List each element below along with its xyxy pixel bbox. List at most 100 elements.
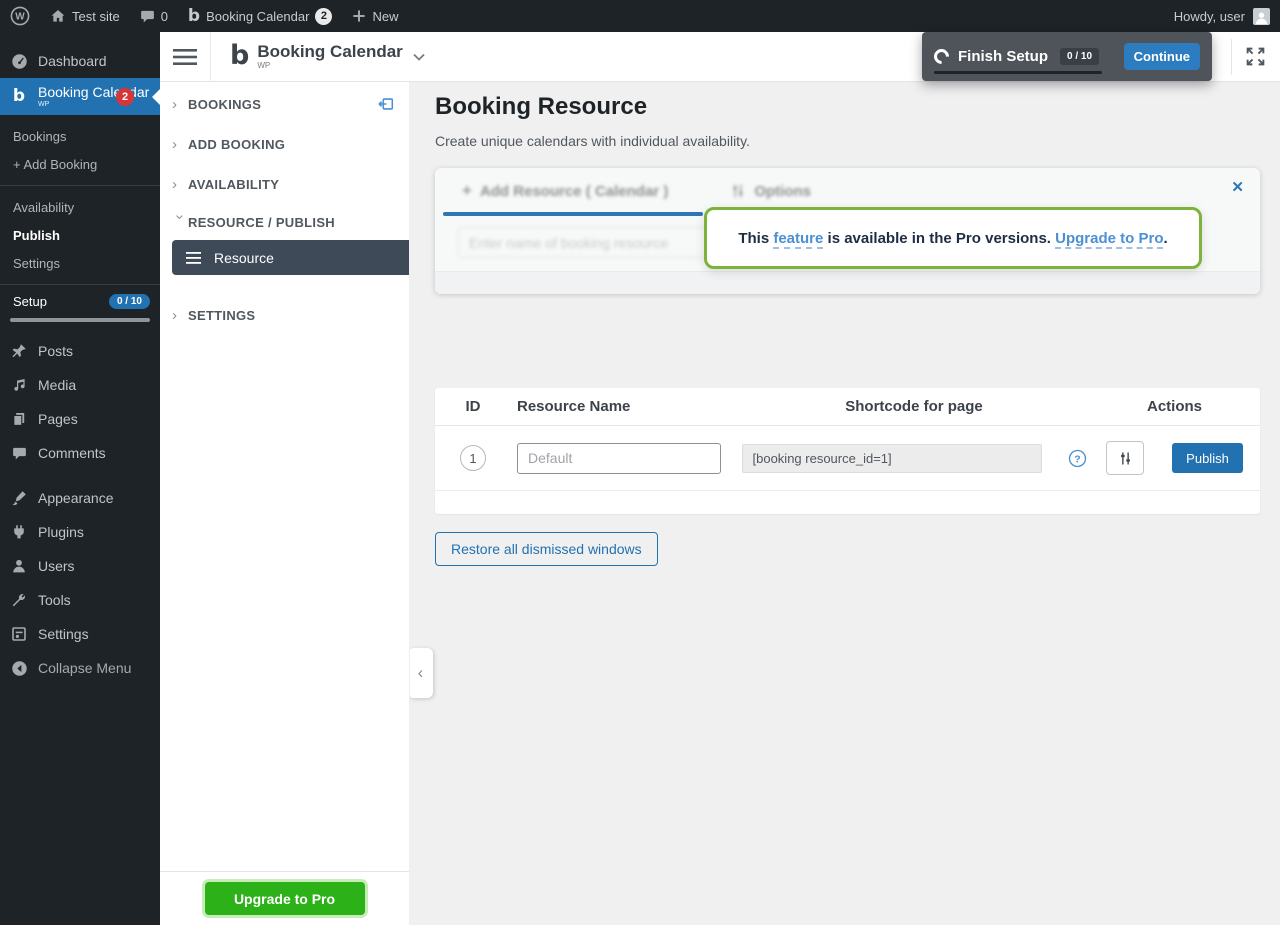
booking-calendar-label: Booking Calendar [206,9,309,24]
media-icon [9,377,29,393]
section-settings-label: SETTINGS [188,308,255,323]
submenu-item-setup[interactable]: Setup 0 / 10 [0,292,160,309]
section-add-booking[interactable]: › ADD BOOKING [160,124,409,164]
svg-text:W: W [15,12,25,23]
chevron-right-icon: › [172,136,188,153]
resource-row-name-input[interactable] [517,443,721,474]
svg-text:?: ? [1074,454,1080,465]
booking-calendar-submenu: Bookings + Add Booking Availability Publ… [0,115,160,334]
chevron-down-icon[interactable] [412,52,426,62]
pages-label: Pages [38,411,78,427]
submenu-item-settings[interactable]: Settings [0,249,160,277]
dashboard-icon [9,53,29,70]
resources-table: ID Resource Name Shortcode for page Acti… [435,388,1260,514]
booking-calendar-menu-sub: WP [38,101,149,108]
howdy-label[interactable]: Howdy, user [1174,9,1245,24]
wp-admin-menu: Dashboard b Booking Calendar WP 2 Bookin… [0,32,160,925]
row-options-button[interactable] [1106,441,1144,475]
avatar[interactable] [1253,8,1270,25]
settings-icon [9,626,29,642]
sidebar-item-dashboard[interactable]: Dashboard [0,44,160,78]
plus-icon [352,9,366,23]
sidebar-item-users[interactable]: Users [0,549,160,583]
comments-label: Comments [38,445,106,461]
toast-title: Finish Setup [958,48,1048,65]
upgrade-to-pro-link[interactable]: Upgrade to Pro [1055,230,1163,249]
sidebar-item-comments[interactable]: Comments [0,436,160,470]
sidebar-item-tools[interactable]: Tools [0,583,160,617]
submenu-item-availability[interactable]: Availability [0,193,160,221]
submenu-divider [0,284,160,285]
table-header-row: ID Resource Name Shortcode for page Acti… [435,388,1260,426]
section-availability[interactable]: › AVAILABILITY [160,164,409,204]
submenu-divider [0,185,160,186]
section-availability-label: AVAILABILITY [188,177,279,192]
wp-logo-menu[interactable]: W [0,0,40,32]
plugins-icon [9,524,29,540]
plugins-label: Plugins [38,524,84,540]
submenu-item-bookings[interactable]: Bookings [0,122,160,150]
restore-dismissed-windows-button[interactable]: Restore all dismissed windows [435,532,658,566]
help-icon[interactable]: ? [1068,449,1087,468]
progress-ring-icon [931,46,952,67]
appearance-label: Appearance [38,490,114,506]
sidebar-item-booking-calendar[interactable]: b Booking Calendar WP 2 [0,78,160,115]
sidebar-item-resource[interactable]: Resource [172,240,409,275]
submenu-item-add-booking[interactable]: + Add Booking [0,150,160,178]
booking-calendar-logo-icon: b [9,88,29,105]
header-shortcode: Shortcode for page [739,398,1089,415]
page-title: Booking Resource [435,91,1260,122]
upgrade-to-pro-button[interactable]: Upgrade to Pro [205,882,365,915]
admin-bar-comments[interactable]: 0 [130,0,178,32]
wordpress-logo-icon: W [10,6,30,26]
table-row: 1 ? Publish [435,426,1260,491]
close-icon[interactable]: ✕ [1231,178,1244,196]
comments-icon [9,446,29,461]
tools-icon [9,592,29,608]
sidebar-collapse-handle[interactable]: ‹ [408,648,433,698]
notification-badge: 2 [116,88,134,106]
pages-icon [9,411,29,427]
feature-link[interactable]: feature [773,230,823,249]
new-label: New [372,9,398,24]
sidebar-footer: Upgrade to Pro [160,871,409,925]
resource-item-label: Resource [214,250,274,266]
popover-text: is available in the Pro versions. [823,230,1055,247]
main-content: Booking Resource Create unique calendars… [410,82,1280,925]
admin-bar-site-name[interactable]: Test site [40,0,130,32]
admin-bar-booking-calendar[interactable]: b Booking Calendar 2 [178,0,343,32]
menu-toggle-icon[interactable] [173,48,197,66]
header-id: ID [435,398,511,415]
header-divider [1231,39,1232,75]
chevron-right-icon: › [172,96,188,113]
popover-text: This [738,230,773,247]
appearance-icon [9,490,29,506]
sidebar-item-plugins[interactable]: Plugins [0,515,160,549]
section-resource-publish[interactable]: › RESOURCE / PUBLISH [160,204,409,240]
sidebar-item-appearance[interactable]: Appearance [0,481,160,515]
sidebar-item-settings[interactable]: Settings [0,617,160,651]
plugin-sidebar: › BOOKINGS › ADD BOOKING › AVAILABILITY … [160,82,410,925]
sidebar-item-posts[interactable]: Posts [0,334,160,368]
active-tab-indicator [443,212,703,216]
users-label: Users [38,558,75,574]
submenu-item-publish[interactable]: Publish [0,221,160,249]
section-settings[interactable]: › SETTINGS [160,295,409,335]
publish-button[interactable]: Publish [1172,443,1243,473]
continue-button[interactable]: Continue [1124,43,1200,70]
section-bookings[interactable]: › BOOKINGS [160,84,409,124]
sidebar-item-pages[interactable]: Pages [0,402,160,436]
chevron-right-icon: › [172,176,188,193]
comment-icon [140,9,155,24]
shortcode-field[interactable] [742,444,1042,473]
chevron-left-icon: ‹ [418,663,424,683]
admin-bar-new[interactable]: New [342,0,408,32]
plugin-title-sub: WP [257,61,402,70]
collapse-menu-button[interactable]: Collapse Menu [0,651,160,685]
header-divider [210,32,211,82]
toast-progress-badge: 0 / 10 [1060,48,1099,65]
section-add-booking-label: ADD BOOKING [188,137,285,152]
sidebar-item-media[interactable]: Media [0,368,160,402]
fullscreen-icon[interactable] [1245,46,1266,67]
dock-panel-icon[interactable] [377,95,395,113]
